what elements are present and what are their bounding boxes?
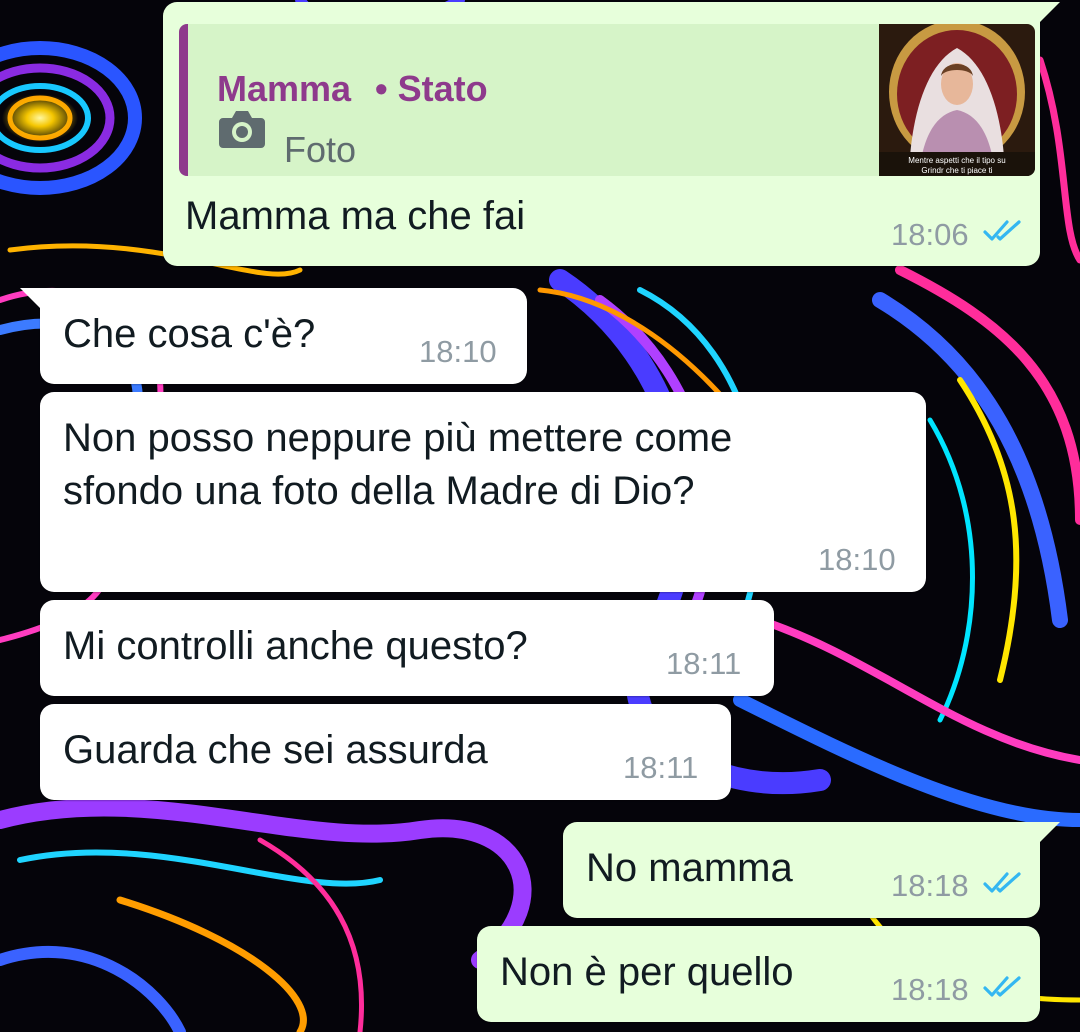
message-bubble-incoming[interactable]: Mi controlli anche questo? 18:11: [40, 600, 774, 696]
message-time: 18:18: [891, 868, 969, 903]
read-ticks-icon: [983, 220, 1021, 241]
message-bubble-outgoing[interactable]: Mamma • Stato Foto Mentre aspetti che il…: [163, 2, 1060, 266]
message-time: 18:11: [666, 646, 742, 681]
quoted-status-reply[interactable]: Mamma • Stato Foto Mentre aspetti che il…: [179, 24, 1035, 176]
thumbnail-caption: Mentre aspetti che il tipo su: [908, 156, 1005, 165]
message-time: 18:11: [623, 750, 699, 785]
message-text: No mamma: [586, 846, 793, 890]
camera-icon: [219, 111, 265, 148]
thumbnail-caption: Grindr che ti piace ti: [921, 166, 992, 175]
bubble-tail: [1038, 822, 1060, 844]
message-text: Mi controlli anche questo?: [63, 624, 528, 668]
message-time: 18:10: [419, 334, 497, 369]
read-ticks-icon: [983, 872, 1021, 893]
quote-accent-bar: [179, 24, 188, 176]
message-bubble-incoming[interactable]: Guarda che sei assurda 18:11: [40, 704, 731, 800]
message-bubble-outgoing[interactable]: Non è per quello 18:18: [477, 926, 1040, 1022]
bubble-tail: [20, 288, 42, 310]
message-text: Non posso neppure più mettere come sfond…: [63, 416, 733, 513]
quote-media-type: Foto: [284, 129, 357, 170]
message-bubble-incoming[interactable]: Che cosa c'è? 18:10: [20, 288, 527, 384]
message-text: Mamma ma che fai: [185, 194, 526, 238]
message-bubble-outgoing[interactable]: No mamma 18:18: [563, 822, 1060, 918]
read-ticks-icon: [983, 976, 1021, 997]
bubble-tail: [1038, 2, 1060, 24]
message-time: 18:06: [891, 217, 969, 252]
status-thumbnail[interactable]: Mentre aspetti che il tipo su Grindr che…: [879, 24, 1035, 176]
quote-status-label: • Stato: [375, 68, 488, 109]
message-time: 18:18: [891, 972, 969, 1007]
message-bubble-incoming[interactable]: Non posso neppure più mettere come sfond…: [40, 392, 926, 592]
message-text: Non è per quello: [500, 950, 794, 994]
quote-author: Mamma: [217, 68, 352, 109]
message-time: 18:10: [818, 542, 896, 577]
message-text: Guarda che sei assurda: [63, 728, 488, 772]
message-text: Che cosa c'è?: [63, 312, 316, 356]
